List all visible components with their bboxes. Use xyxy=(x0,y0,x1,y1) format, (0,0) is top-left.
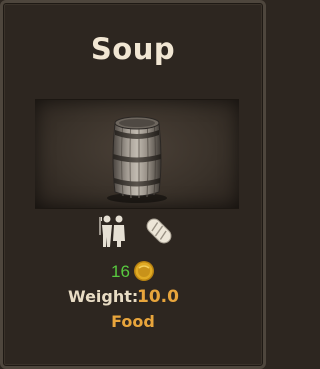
gold-coin-icon xyxy=(134,261,154,281)
item-tooltip-panel: Soup 16 Weight: 10.0 Food xyxy=(0,0,266,369)
item-title: Soup xyxy=(90,32,176,66)
item-category: Food xyxy=(111,312,155,331)
citizens-icon xyxy=(99,215,125,247)
barrel-icon xyxy=(107,116,167,203)
weight-row: Weight: 10.0 xyxy=(3,286,263,310)
price-row: 16 xyxy=(3,260,263,284)
trait-icons xyxy=(3,213,263,253)
bread-icon xyxy=(146,218,172,244)
price-value: 16 xyxy=(111,262,130,281)
weight-value: 10.0 xyxy=(137,287,179,307)
weight-label: Weight: xyxy=(68,287,139,306)
item-image-frame xyxy=(35,99,239,209)
